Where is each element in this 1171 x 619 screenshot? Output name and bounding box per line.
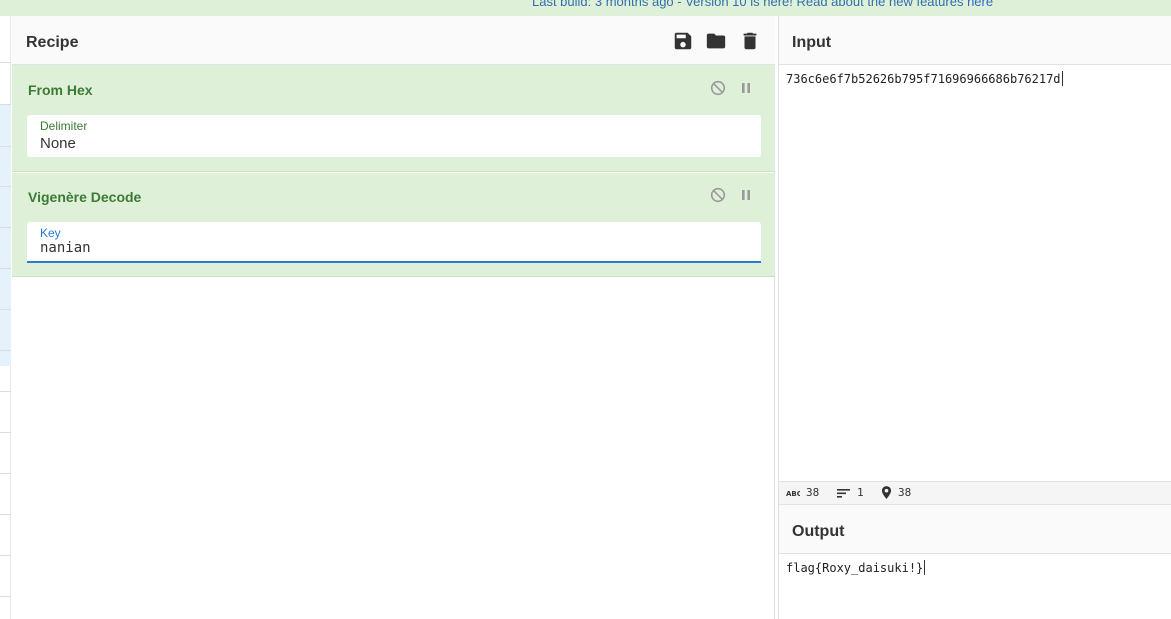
pause-icon <box>742 83 750 93</box>
save-icon <box>674 32 692 50</box>
lines-stat: 1 <box>837 486 864 499</box>
disable-icon <box>710 80 726 96</box>
input-text: 736c6e6f7b52626b795f71696966686b76217d <box>786 72 1061 86</box>
text-cursor <box>1061 71 1063 86</box>
operation-title: From Hex <box>28 82 93 98</box>
operation-vigenere-decode[interactable]: Vigenère Decode Key <box>12 173 775 277</box>
key-input[interactable] <box>40 240 740 256</box>
lines-icon <box>837 488 850 498</box>
recipe-panel: Recipe From Hex Delimiter None Vigenère … <box>12 16 775 619</box>
recipe-header: Recipe <box>12 16 775 65</box>
banner-here-link[interactable]: here <box>967 0 993 9</box>
key-label: Key <box>40 226 61 240</box>
svg-text:ABC: ABC <box>786 490 800 498</box>
length-value: 38 <box>806 486 820 499</box>
delimiter-value: None <box>40 135 76 152</box>
position-stat: 38 <box>881 486 911 499</box>
key-field[interactable]: Key <box>27 222 761 263</box>
lines-value: 1 <box>857 486 864 499</box>
output-header: Output <box>779 505 1171 554</box>
pause-operation-button[interactable] <box>738 80 754 96</box>
operations-highlight <box>0 104 11 366</box>
input-title: Input <box>792 34 832 51</box>
input-header: Input <box>779 16 1171 65</box>
cyberchef-app: Last build: 3 months ago - Version 10 is… <box>0 0 1171 619</box>
operations-list-edge <box>0 16 11 619</box>
operation-from-hex[interactable]: From Hex Delimiter None <box>12 65 775 172</box>
pause-operation-button[interactable] <box>738 187 754 203</box>
clear-recipe-button[interactable] <box>739 30 761 52</box>
load-recipe-button[interactable] <box>705 30 727 52</box>
disable-operation-button[interactable] <box>710 80 726 96</box>
output-text: flag{Roxy_daisuki!} <box>786 561 924 575</box>
banner-text: Last build: 3 months ago - Version 10 is… <box>532 0 993 9</box>
disable-operation-button[interactable] <box>710 187 726 203</box>
delimiter-label: Delimiter <box>40 119 88 133</box>
banner-message: Last build: 3 months ago - Version 10 is… <box>532 0 964 9</box>
length-stat: ABC 38 <box>786 486 819 499</box>
input-textarea[interactable]: 736c6e6f7b52626b795f71696966686b76217d <box>786 71 1063 86</box>
delimiter-select[interactable]: Delimiter None <box>27 115 761 157</box>
disable-icon <box>710 187 726 203</box>
io-panel: Input 736c6e6f7b52626b795f71696966686b76… <box>778 16 1171 619</box>
recipe-title: Recipe <box>26 34 79 51</box>
abc-icon: ABC <box>786 490 800 498</box>
trash-icon <box>743 32 757 50</box>
folder-icon <box>706 33 726 49</box>
position-value: 38 <box>898 486 912 499</box>
text-cursor <box>924 560 926 575</box>
input-status-bar: ABC 38 1 38 <box>779 481 1171 505</box>
location-pin-icon <box>881 486 892 499</box>
save-recipe-button[interactable] <box>672 30 694 52</box>
pause-icon <box>742 190 750 200</box>
notice-banner: Last build: 3 months ago - Version 10 is… <box>0 0 1171 16</box>
output-title: Output <box>792 523 845 540</box>
operation-title: Vigenère Decode <box>28 189 142 205</box>
output-textarea[interactable]: flag{Roxy_daisuki!} <box>786 560 926 575</box>
